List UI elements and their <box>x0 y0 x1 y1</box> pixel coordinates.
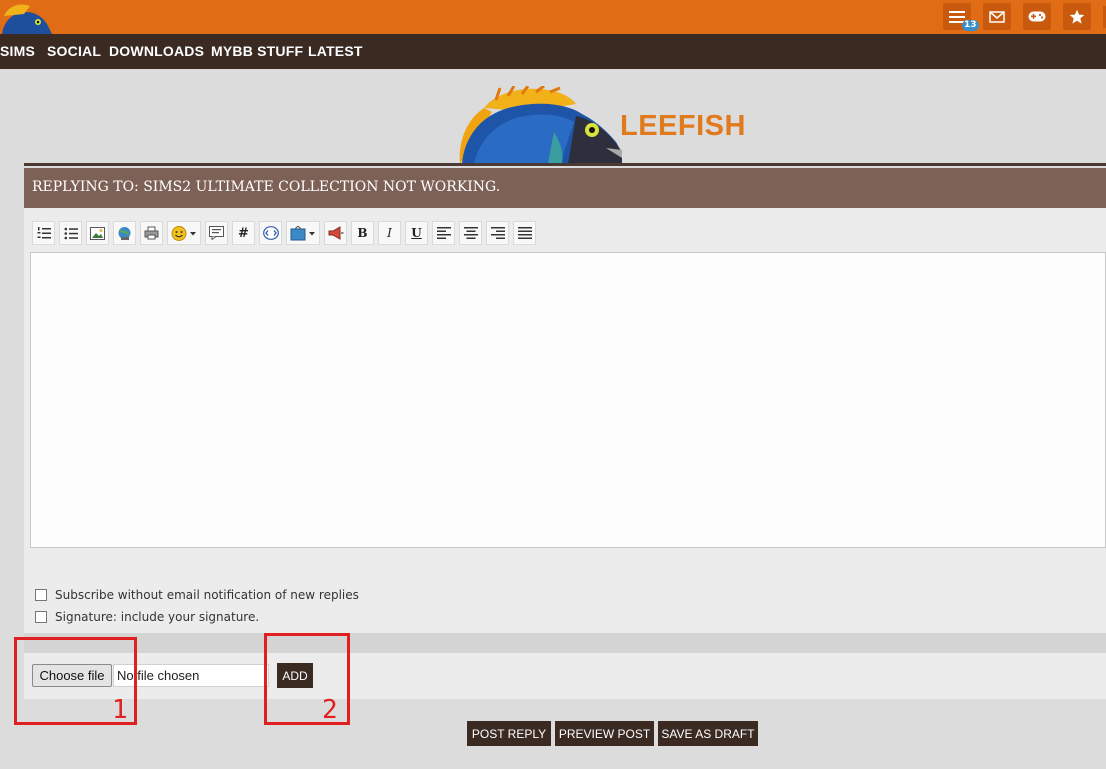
gamepad-icon[interactable] <box>1023 3 1051 30</box>
signature-option[interactable]: Signature: include your signature. <box>35 610 259 624</box>
star-icon[interactable] <box>1063 3 1091 30</box>
underline-icon[interactable]: U <box>405 221 428 245</box>
top-bar: 13 <box>0 0 1106 34</box>
annotation-number-2: 2 <box>322 695 338 725</box>
nav-item-social[interactable]: SOCIAL <box>47 43 101 59</box>
emoticon-icon[interactable] <box>167 221 201 245</box>
subscribe-checkbox[interactable] <box>35 588 47 601</box>
nav-item-downloads[interactable]: DOWNLOADS <box>109 43 204 59</box>
nav-item-mybb-stuff[interactable]: MYBB STUFF <box>211 43 303 59</box>
notification-badge: 13 <box>962 20 979 31</box>
subscribe-option[interactable]: Subscribe without email notification of … <box>35 588 359 602</box>
align-right-icon[interactable] <box>486 221 509 245</box>
message-editor[interactable] <box>30 252 1106 548</box>
unordered-list-icon[interactable] <box>59 221 82 245</box>
align-center-icon[interactable] <box>459 221 482 245</box>
nav-item-sims[interactable]: SIMS <box>0 43 35 59</box>
signature-checkbox[interactable] <box>35 610 47 623</box>
video-icon[interactable] <box>286 221 320 245</box>
main-nav: SIMS SOCIAL DOWNLOADS MYBB STUFF LATEST <box>0 34 1106 69</box>
quote-icon[interactable] <box>205 221 228 245</box>
signature-label: Signature: include your signature. <box>55 610 260 624</box>
save-draft-button[interactable]: SAVE AS DRAFT <box>658 721 758 746</box>
reply-header: REPLYING TO: SIMS2 ULTIMATE COLLECTION N… <box>24 168 1106 208</box>
annotation-number-1: 1 <box>112 695 128 725</box>
code-icon[interactable] <box>259 221 282 245</box>
subscribe-label: Subscribe without email notification of … <box>55 588 359 602</box>
attachment-divider <box>24 633 1106 653</box>
reply-title: REPLYING TO: SIMS2 ULTIMATE COLLECTION N… <box>32 179 501 195</box>
image-icon[interactable] <box>86 221 109 245</box>
post-reply-button[interactable]: POST REPLY <box>467 721 551 746</box>
list-icon[interactable]: 13 <box>943 3 979 31</box>
hash-icon[interactable]: # <box>232 221 255 245</box>
link-icon[interactable] <box>113 221 136 245</box>
mail-icon[interactable] <box>983 3 1011 30</box>
header-divider <box>24 163 1106 166</box>
align-left-icon[interactable] <box>432 221 455 245</box>
italic-icon[interactable]: I <box>378 221 401 245</box>
nav-item-latest[interactable]: LATEST <box>308 43 363 59</box>
justify-icon[interactable] <box>513 221 536 245</box>
logo-text: LEEFISH <box>620 110 746 142</box>
ordered-list-icon[interactable] <box>32 221 55 245</box>
preview-post-button[interactable]: PREVIEW POST <box>555 721 654 746</box>
leefish-logo-icon[interactable] <box>456 86 626 166</box>
announce-icon[interactable] <box>324 221 347 245</box>
print-icon[interactable] <box>140 221 163 245</box>
bold-icon[interactable]: B <box>351 221 374 245</box>
site-logo-icon[interactable] <box>0 0 52 34</box>
